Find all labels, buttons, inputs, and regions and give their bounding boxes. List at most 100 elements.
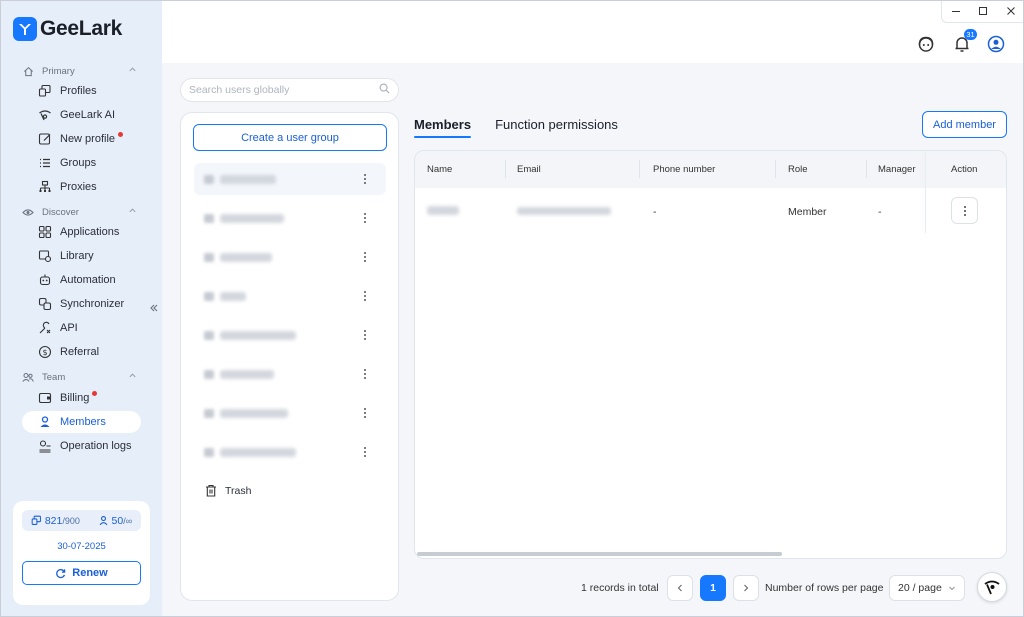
sidebar-item-referral[interactable]: $ Referral	[22, 341, 141, 363]
plan-expiry-date: 30-07-2025	[57, 541, 106, 552]
nav-section-team[interactable]: Team	[21, 369, 141, 385]
column-header-email[interactable]: Email	[517, 164, 541, 175]
user-group-item[interactable]	[194, 202, 386, 234]
user-account-icon[interactable]	[985, 33, 1007, 55]
sidebar-item-label: Automation	[60, 274, 116, 286]
renew-button[interactable]: Renew	[22, 561, 141, 585]
group-icon-redacted	[204, 330, 214, 340]
trash-item[interactable]: Trash	[205, 484, 251, 497]
chevron-left-icon	[677, 584, 682, 592]
sidebar-item-members[interactable]: Members	[22, 411, 141, 433]
group-icon-redacted	[204, 252, 214, 262]
sidebar-item-synchronizer[interactable]: Synchronizer	[22, 293, 141, 315]
more-options-icon[interactable]	[360, 445, 370, 459]
more-options-icon[interactable]	[360, 211, 370, 225]
rows-per-page-label: Number of rows per page	[765, 582, 884, 594]
add-member-button[interactable]: Add member	[922, 111, 1007, 138]
logs-icon	[37, 439, 52, 454]
chevron-up-icon	[128, 371, 137, 383]
search-users-field[interactable]	[180, 78, 399, 102]
sidebar-item-proxies[interactable]: Proxies	[22, 176, 141, 198]
members-usage: 50/∞	[98, 515, 132, 527]
chevron-up-icon	[128, 206, 137, 218]
group-name-redacted	[220, 252, 272, 262]
prev-page-button[interactable]	[667, 575, 693, 601]
group-name-redacted	[220, 330, 296, 340]
column-divider[interactable]	[505, 160, 506, 178]
nav-section-primary[interactable]: Primary	[21, 63, 141, 79]
search-input[interactable]	[189, 84, 379, 96]
column-header-role[interactable]: Role	[788, 164, 808, 175]
more-options-icon[interactable]	[360, 172, 370, 186]
create-user-group-button[interactable]: Create a user group	[193, 124, 387, 151]
column-header-name[interactable]: Name	[427, 164, 452, 175]
minimize-icon[interactable]	[951, 5, 961, 19]
column-header-phone[interactable]: Phone number	[653, 164, 715, 175]
sidebar-item-applications[interactable]: Applications	[22, 221, 141, 243]
close-icon[interactable]	[1006, 5, 1016, 19]
column-divider[interactable]	[775, 160, 776, 178]
user-group-item[interactable]	[194, 163, 386, 195]
notification-dot	[92, 390, 98, 396]
user-group-item[interactable]	[194, 319, 386, 351]
maximize-icon[interactable]	[978, 5, 988, 19]
more-options-icon[interactable]	[360, 289, 370, 303]
next-page-button[interactable]	[733, 575, 759, 601]
column-header-action: Action	[951, 164, 978, 175]
nav-section-label: Team	[42, 371, 66, 383]
sidebar-item-label: Groups	[60, 157, 97, 169]
trash-icon	[206, 484, 216, 497]
member-email-redacted	[517, 207, 611, 215]
more-options-icon[interactable]	[360, 328, 370, 342]
team-icon	[21, 372, 35, 383]
user-group-item[interactable]	[194, 241, 386, 273]
page-button-current[interactable]: 1	[700, 575, 726, 601]
column-divider[interactable]	[866, 160, 867, 178]
sidebar-item-label: Operation logs	[60, 440, 132, 452]
column-header-manager[interactable]: Manager	[878, 164, 916, 175]
sidebar-item-billing[interactable]: Billing	[22, 387, 141, 409]
sidebar-item-geelark-ai[interactable]: GeeLark AI	[22, 104, 141, 126]
user-groups-panel: Create a user group Trash	[180, 112, 399, 601]
sidebar-item-label: API	[60, 322, 78, 334]
nav-section-discover[interactable]: Discover	[21, 204, 141, 220]
sidebar-item-new-profile[interactable]: New profile	[22, 128, 141, 150]
refresh-icon	[56, 568, 66, 578]
tab-function-permissions[interactable]: Function permissions	[495, 117, 618, 138]
sidebar-item-profiles[interactable]: Profiles	[22, 80, 141, 102]
user-group-item[interactable]	[194, 358, 386, 390]
more-options-icon[interactable]	[360, 367, 370, 381]
list-icon	[37, 156, 52, 171]
chevron-down-icon	[949, 586, 955, 591]
table-header: Name Email Phone number Role Manager Act…	[415, 151, 1006, 188]
ai-eye-icon	[984, 580, 1000, 595]
sidebar-item-api[interactable]: API	[22, 317, 141, 339]
tab-members[interactable]: Members	[414, 117, 472, 138]
more-options-icon[interactable]	[360, 406, 370, 420]
assistant-float-button[interactable]	[977, 572, 1007, 602]
user-group-item[interactable]	[194, 280, 386, 312]
more-options-icon[interactable]	[360, 250, 370, 264]
sidebar-item-library[interactable]: Library	[22, 245, 141, 267]
sidebar-item-operation-logs[interactable]: Operation logs	[22, 435, 141, 457]
app-window: GeeLark Primary Profiles GeeLark AI New …	[0, 0, 1024, 617]
plan-card: 821/900 50/∞ 30-07-2025 Renew	[13, 501, 150, 605]
bell-icon[interactable]: 31	[951, 29, 977, 55]
notification-count-badge: 31	[964, 29, 977, 40]
support-agent-icon[interactable]	[915, 33, 937, 55]
row-more-actions-icon[interactable]	[951, 197, 978, 224]
records-total: 1 records in total	[581, 582, 659, 594]
members-tabs: Members Function permissions	[414, 117, 618, 138]
user-group-item[interactable]	[194, 397, 386, 429]
sidebar: GeeLark Primary Profiles GeeLark AI New …	[1, 1, 162, 616]
sidebar-item-automation[interactable]: Automation	[22, 269, 141, 291]
column-divider[interactable]	[639, 160, 640, 178]
compass-eye-icon	[21, 207, 35, 218]
user-group-item[interactable]	[194, 436, 386, 468]
collapse-sidebar-icon[interactable]	[147, 301, 161, 315]
rows-per-page-select[interactable]: 20 / page	[889, 575, 965, 601]
sidebar-item-groups[interactable]: Groups	[22, 152, 141, 174]
nav-section-label: Primary	[42, 65, 75, 77]
horizontal-scrollbar[interactable]	[417, 552, 782, 556]
sidebar-item-label: Members	[60, 416, 106, 428]
